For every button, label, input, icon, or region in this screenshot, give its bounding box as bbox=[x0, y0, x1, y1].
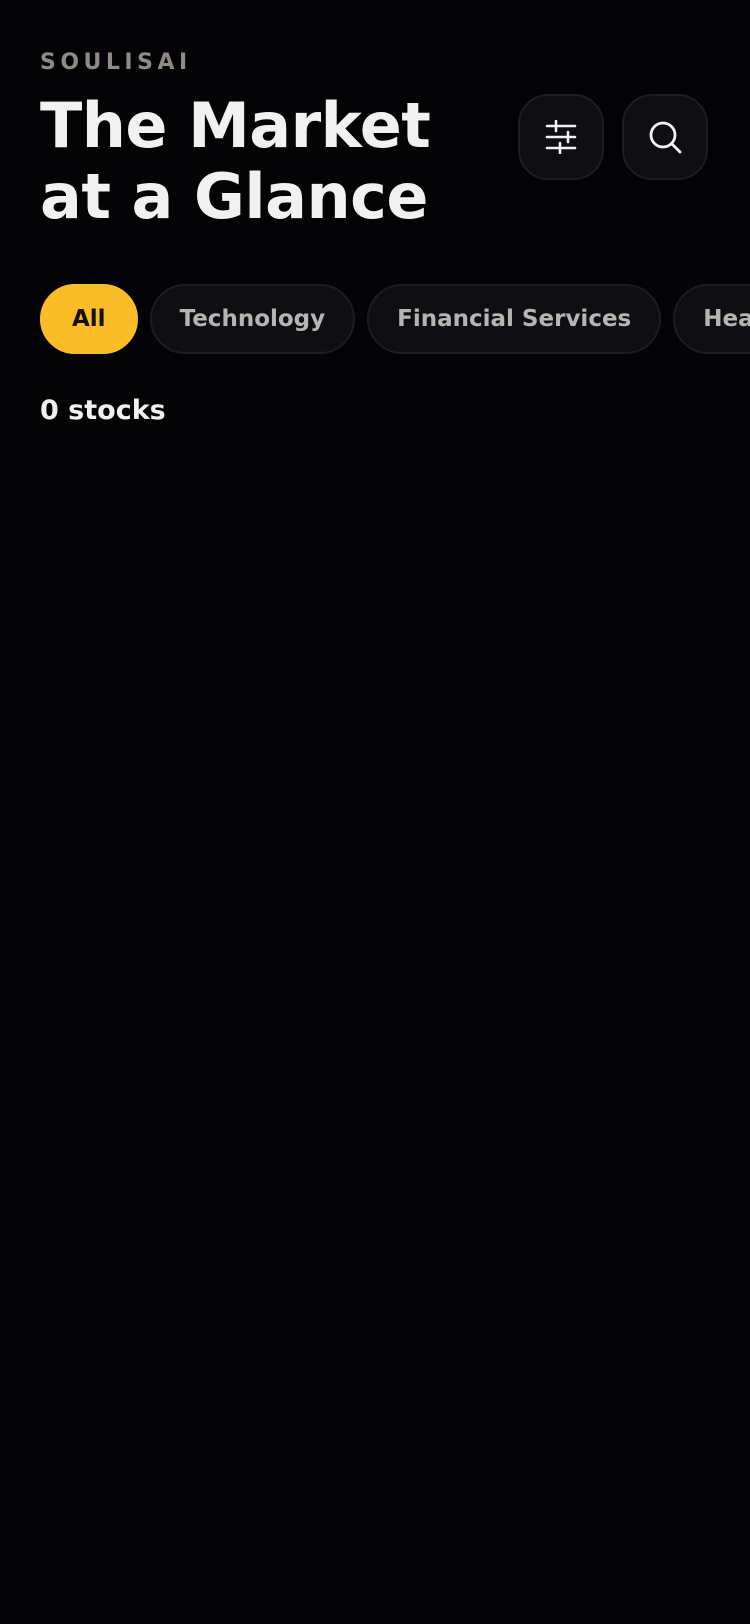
page-title-line-2: at a Glance bbox=[40, 160, 428, 233]
sliders-icon bbox=[544, 120, 578, 154]
chip-all[interactable]: All bbox=[40, 284, 138, 354]
chip-financial-services[interactable]: Financial Services bbox=[367, 284, 662, 354]
filter-button[interactable] bbox=[518, 94, 604, 180]
market-screen: SOULISAI The Market at a Glance All Techn… bbox=[0, 0, 750, 1624]
chip-technology[interactable]: Technology bbox=[149, 284, 356, 354]
sector-filter-chips: AllTechnologyFinancial ServicesHealth bbox=[40, 284, 750, 354]
brand-label: SOULISAI bbox=[40, 50, 192, 75]
page-title: The Market at a Glance bbox=[40, 89, 431, 233]
search-icon bbox=[647, 119, 683, 155]
page-title-line-1: The Market bbox=[40, 89, 431, 162]
chip-health[interactable]: Health bbox=[673, 284, 750, 354]
stock-count: 0 stocks bbox=[40, 395, 166, 426]
search-button[interactable] bbox=[622, 94, 708, 180]
